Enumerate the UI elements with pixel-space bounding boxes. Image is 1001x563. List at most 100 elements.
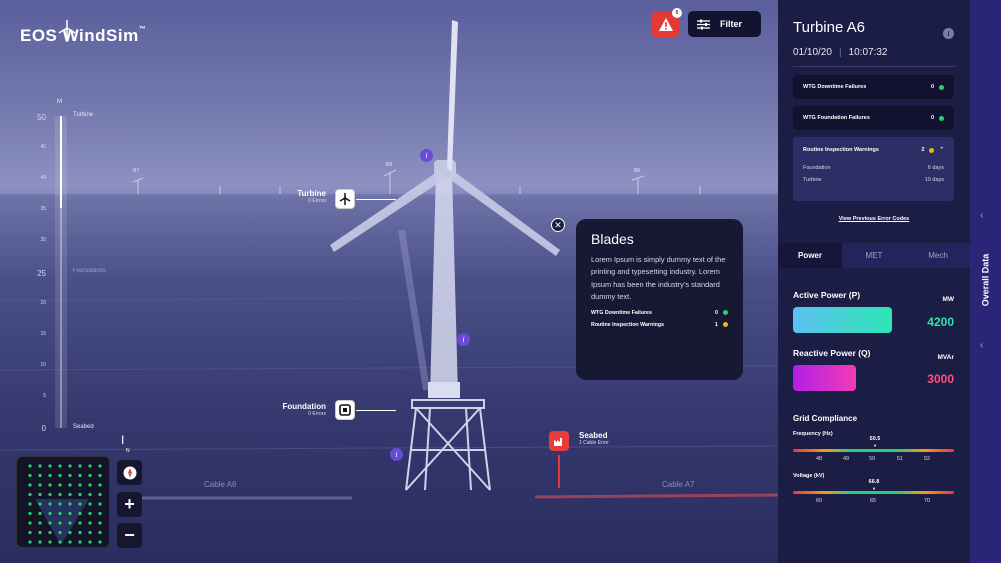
seabed-marker-button[interactable] [549,431,569,451]
minimap-turbine-dot [48,530,52,535]
compass-icon [123,466,136,479]
tab-power[interactable]: Power [778,243,842,268]
voltage-scale [793,491,954,494]
minimap-turbine-dot [48,473,52,478]
frequency-tick: 52 [923,456,931,462]
app-logo: EOS WindSim™ [20,26,147,45]
depth-tick: 35 [40,206,46,213]
minimap-turbine-dot [98,492,102,497]
view-previous-errors-link[interactable]: View Previous Error Codes [793,216,955,222]
bg-turbine-label: B8 [386,162,393,168]
zoom-out-button[interactable]: − [117,523,142,548]
error-value: 0 [930,115,934,121]
minimap-turbine-dot [48,492,52,497]
minimap-turbine-dot [48,511,52,516]
minimap-turbine-dot [28,511,32,516]
gauge-mid-label: Foundations [73,268,107,274]
minimap-turbine-dot [28,502,32,506]
minimap-turbine-dot [98,511,102,516]
foundation-connector [356,410,396,411]
minimap-turbine-dot [28,530,32,535]
minimap-turbine-dot [98,502,102,506]
error-label: WTG Downtime Failures [803,84,867,90]
minimap-turbine-dot [78,473,82,478]
minimap-turbine-dot [78,530,82,535]
warnings-value: 2 [921,147,925,153]
tab-mech[interactable]: Mech [906,243,970,268]
depth-tick: 25 [37,268,46,278]
minimap-turbine-dot [98,540,102,544]
popup-close-icon[interactable]: ✕ [551,218,565,232]
error-value: 0 [930,84,934,90]
minimap-turbine-dot [98,483,102,487]
depth-tick: 40 [40,175,46,182]
turbine-detail-panel: Turbine A6 i 01/10/20 | 10:07:32 WTG Dow… [778,0,970,563]
turbine-marker-title: Turbine [297,189,326,198]
turbine-icon [339,193,351,205]
panel-title: Turbine A6 [793,19,865,36]
grid-compliance-title: Grid Compliance [793,414,858,423]
minimap-turbine-dot [98,530,102,535]
minimap-turbine-dot [58,502,62,506]
popup-row-value: 1 [715,321,718,328]
minimap-turbine-dot [88,511,92,516]
warnings-label: Routine Inspection Warnings [803,147,879,153]
app-root: EOS WindSim™ M 50 45 40 35 30 25 20 15 10 5 0 Turb… [0,0,1001,563]
minimap-turbine-dot [98,473,102,478]
info-icon[interactable]: i [420,149,433,162]
minimap-turbine-dot [48,464,52,468]
status-dot [723,310,728,316]
minimap-turbine-dot [68,464,72,468]
divider: | [838,47,842,58]
info-icon[interactable]: i [457,333,470,346]
frequency-tick: 48 [815,456,823,462]
minimap-turbine-dot [28,464,32,468]
text-cursor-icon: I [121,433,125,447]
warning-item-value: 6 days [927,165,944,171]
overall-data-strip[interactable]: ‹ Overall Data ‹ [970,0,1001,563]
filter-label: Filter [720,19,743,29]
minimap-turbine-dot [68,492,72,497]
turbine-connector [356,199,396,200]
bg-turbine-label: B6 [634,168,641,174]
popup-row: Routine Inspection Warnings 1 [591,322,728,328]
minimap-turbine-dot [88,521,92,525]
minimap-grid [28,464,102,545]
filter-button[interactable]: Filter [688,11,761,37]
info-icon[interactable]: i [390,448,403,461]
foundation-marker-sub: 0 Errors [308,411,326,417]
chevron-up-icon[interactable]: ⌃ [939,147,944,153]
minimap-turbine-dot [78,521,82,525]
minimap[interactable] [16,456,110,548]
list-item: Turbine 10 days [803,177,944,183]
panel-divider [793,66,955,67]
minimap-turbine-dot [78,511,82,516]
popup-row: WTG Downtime Failures 0 [591,310,728,316]
bg-turbine-label: B7 [133,168,140,174]
error-row[interactable]: WTG Downtime Failures 0 [793,75,954,99]
scene-viewport[interactable]: EOS WindSim™ M 50 45 40 35 30 25 20 15 10 5 0 Turb… [0,0,778,563]
warnings-expanded[interactable]: Routine Inspection Warnings 2 ⌃ Foundatio… [793,137,954,201]
minimap-turbine-dot [78,492,82,497]
depth-tick: 30 [40,237,46,244]
gauge-bottom-label: Seabed [73,424,94,430]
minimap-turbine-dot [38,502,42,506]
turbine-marker-button[interactable] [335,189,355,209]
frequency-tick: 51 [896,456,904,462]
foundation-marker-text: Foundation 0 Errors [270,402,326,417]
warning-item-name: Turbine [803,177,822,183]
zoom-in-button[interactable]: + [117,492,142,517]
compass-button[interactable] [117,460,142,485]
foundation-marker-button[interactable] [335,400,355,420]
chevron-left-icon[interactable]: ‹ [980,340,983,351]
popup-rows: WTG Downtime Failures 0 Routine Inspecti… [591,310,728,328]
cable-label: Cable A7 [662,480,695,489]
tab-met[interactable]: MET [842,243,906,268]
minimap-turbine-dot [58,464,62,468]
info-icon[interactable]: i [943,28,954,39]
popup-row-label: Routine Inspection Warnings [591,321,665,328]
minimap-turbine-dot [28,492,32,497]
error-row[interactable]: WTG Foundation Failures 0 [793,106,954,130]
minimap-turbine-dot [68,483,72,487]
minimap-turbine-dot [38,483,42,487]
